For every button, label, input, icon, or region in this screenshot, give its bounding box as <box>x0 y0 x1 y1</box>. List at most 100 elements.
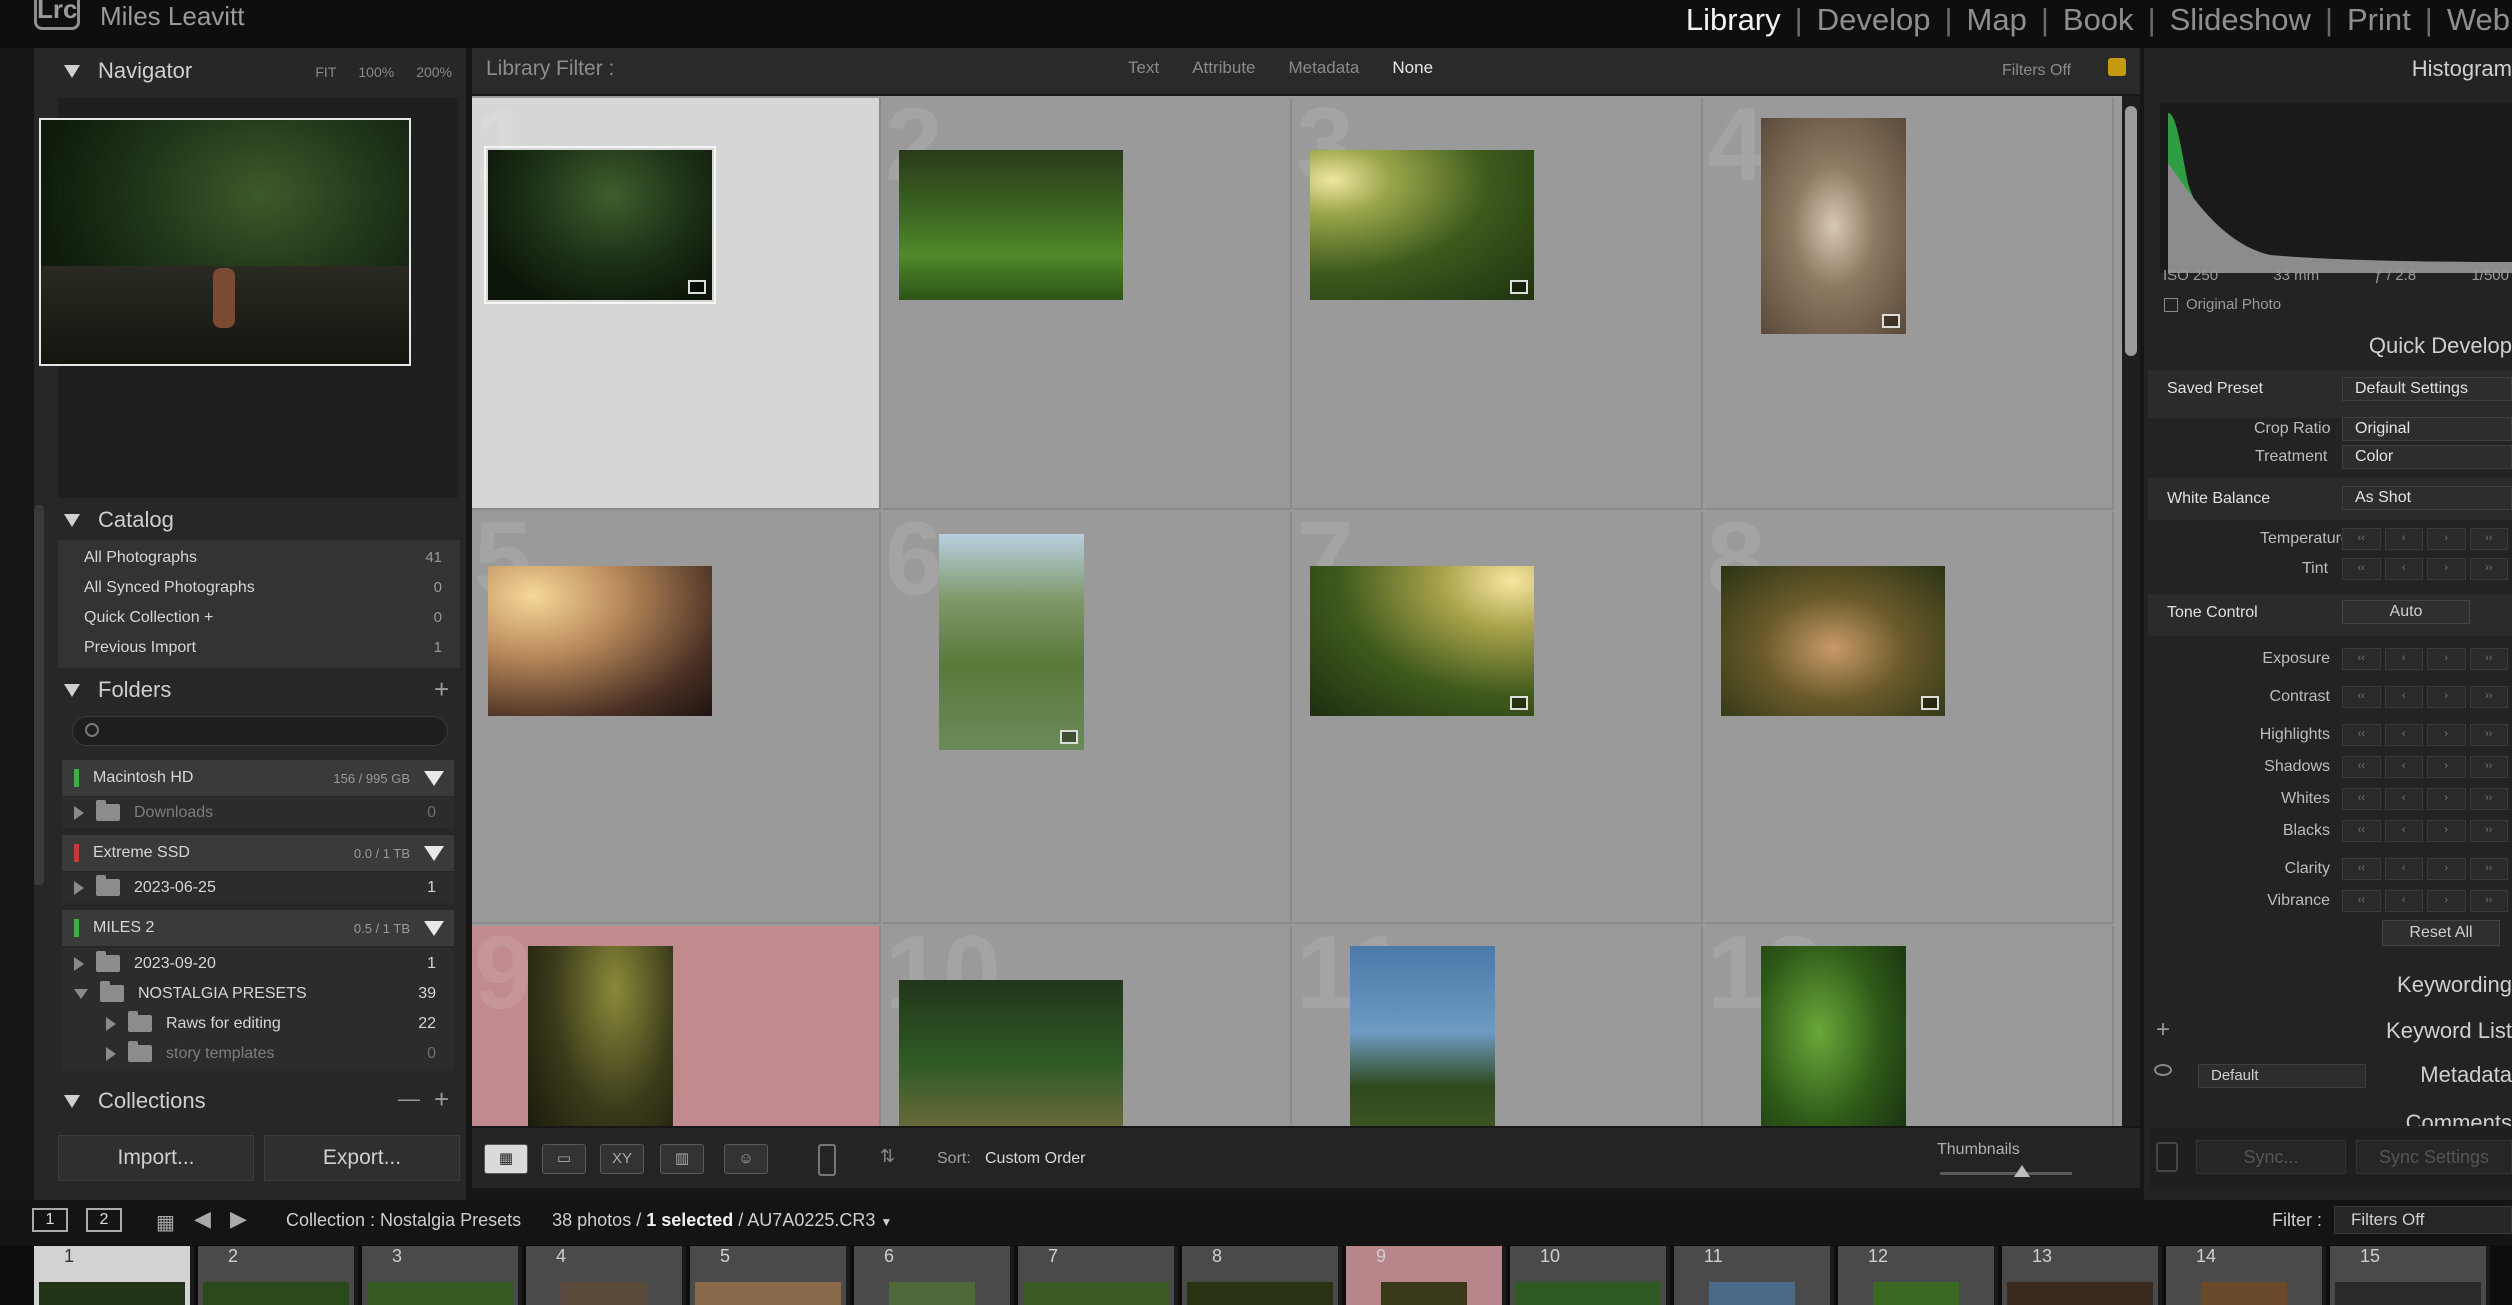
module-slideshow[interactable]: Slideshow <box>2156 2 2325 38</box>
tone-adjust-button[interactable]: ‹‹ <box>2342 724 2381 746</box>
tone-adjust-button[interactable]: › <box>2427 724 2466 746</box>
tone-row-buttons[interactable]: ‹‹ ‹ › ›› <box>2342 820 2512 842</box>
tone-row-buttons[interactable]: ‹‹ ‹ › ›› <box>2342 724 2512 746</box>
forward-arrow-icon[interactable]: ▶ <box>230 1206 247 1232</box>
navigator-preview-image[interactable] <box>39 118 411 366</box>
add-folder-button[interactable]: + <box>434 674 449 705</box>
tone-adjust-button[interactable]: ‹ <box>2384 686 2423 708</box>
tone-adjust-button[interactable]: ›› <box>2469 788 2508 810</box>
filmstrip-thumbnail[interactable] <box>1873 1282 1959 1305</box>
temp-dec-large[interactable]: ‹‹ <box>2342 528 2381 550</box>
saved-preset-dropdown[interactable]: Default Settings <box>2342 377 2512 401</box>
tint-inc[interactable]: › <box>2427 558 2466 580</box>
drive-menu-icon[interactable] <box>424 845 444 861</box>
expand-triangle-icon[interactable] <box>74 956 84 971</box>
filmstrip-thumbnail[interactable] <box>203 1282 349 1305</box>
tone-adjust-button[interactable]: › <box>2427 890 2466 912</box>
painter-icon[interactable] <box>818 1144 836 1176</box>
keyword-list-section[interactable]: Keyword List <box>2386 1018 2512 1044</box>
catalog-header[interactable]: Catalog <box>64 505 174 535</box>
survey-view-icon[interactable]: ▥ <box>660 1144 704 1174</box>
module-book[interactable]: Book <box>2049 2 2148 38</box>
filmstrip-thumbnail[interactable] <box>1381 1282 1467 1305</box>
thumbnail-size-knob[interactable] <box>2014 1165 2030 1177</box>
photo-thumbnail[interactable] <box>899 980 1123 1126</box>
tone-adjust-button[interactable]: › <box>2427 820 2466 842</box>
grid-cell[interactable]: 9 <box>472 918 881 1126</box>
filmstrip-thumbnail[interactable] <box>367 1282 513 1305</box>
sync-button[interactable]: Sync... <box>2196 1140 2346 1174</box>
thumbnail-size-slider[interactable] <box>1940 1172 2072 1175</box>
tone-row-buttons[interactable]: ‹‹ ‹ › ›› <box>2342 890 2512 912</box>
filmstrip-filter-dropdown[interactable]: Filters Off <box>2334 1206 2512 1234</box>
tone-adjust-button[interactable]: ›› <box>2469 648 2508 670</box>
tone-adjust-button[interactable]: ‹‹ <box>2342 686 2381 708</box>
tone-adjust-button[interactable]: ‹ <box>2384 648 2423 670</box>
comments-section[interactable]: Comments <box>2406 1110 2512 1126</box>
tone-adjust-button[interactable]: ›› <box>2469 890 2508 912</box>
filmstrip-thumbnail[interactable] <box>561 1282 647 1305</box>
filmstrip-cell[interactable]: 8 <box>1182 1246 1342 1305</box>
tone-adjust-button[interactable]: ›› <box>2469 820 2508 842</box>
checkbox-icon[interactable] <box>2164 297 2178 312</box>
tone-row-buttons[interactable]: ‹‹ ‹ › ›› <box>2342 686 2512 708</box>
photo-thumbnail[interactable] <box>899 150 1123 300</box>
grid-scrollbar-thumb[interactable] <box>2125 106 2137 356</box>
grid-view-icon[interactable]: ▦ <box>484 1144 528 1174</box>
remove-collection-button[interactable]: — <box>398 1086 420 1112</box>
photo-thumbnail[interactable] <box>1761 118 1906 334</box>
catalog-item-all-photographs[interactable]: All Photographs 41 <box>58 542 460 573</box>
drive-macintosh-hd[interactable]: Macintosh HD 156 / 995 GB <box>62 760 454 796</box>
module-develop[interactable]: Develop <box>1803 2 1945 38</box>
grid-cell[interactable]: 6 <box>883 504 1292 924</box>
photo-thumbnail[interactable] <box>488 566 712 716</box>
photo-thumbnail[interactable] <box>1310 566 1534 716</box>
grid-cell[interactable]: 8 <box>1705 504 2114 924</box>
tint-buttons[interactable]: ‹‹ ‹ › ›› <box>2342 558 2512 580</box>
tone-row-buttons[interactable]: ‹‹ ‹ › ›› <box>2342 648 2512 670</box>
temp-inc-large[interactable]: ›› <box>2469 528 2508 550</box>
folder-row-raws-for-editing[interactable]: Raws for editing 22 <box>62 1008 454 1039</box>
edited-badge-icon[interactable] <box>1510 280 1528 294</box>
filter-text[interactable]: Text <box>1128 58 1159 78</box>
metadata-preset-dropdown[interactable]: Default <box>2198 1064 2366 1088</box>
filmstrip-cell[interactable]: 10 <box>1510 1246 1670 1305</box>
edited-badge-icon[interactable] <box>1510 696 1528 710</box>
sort-order-dropdown[interactable]: Custom Order <box>985 1150 1085 1168</box>
expand-triangle-icon[interactable] <box>74 805 84 820</box>
grid-cell[interactable]: 12 <box>1705 918 2114 1126</box>
folders-header[interactable]: Folders <box>64 675 171 705</box>
grid-cell[interactable]: 1 <box>472 96 881 510</box>
tone-adjust-button[interactable]: ›› <box>2469 858 2508 880</box>
filmstrip-cell[interactable]: 6 <box>854 1246 1014 1305</box>
histogram-title[interactable]: Histogram <box>2412 56 2512 82</box>
catalog-item-synced[interactable]: All Synced Photographs 0 <box>58 572 460 603</box>
secondary-display-button[interactable]: 2 <box>86 1208 122 1232</box>
tint-dec-large[interactable]: ‹‹ <box>2342 558 2381 580</box>
tone-adjust-button[interactable]: ‹ <box>2384 756 2423 778</box>
filmstrip-thumbnail[interactable] <box>1187 1282 1333 1305</box>
tone-adjust-button[interactable]: ‹ <box>2384 724 2423 746</box>
treatment-dropdown[interactable]: Color <box>2342 445 2512 469</box>
folder-row-downloads[interactable]: Downloads 0 <box>62 797 454 828</box>
tone-adjust-button[interactable]: ‹ <box>2384 820 2423 842</box>
grid-scrollbar[interactable] <box>2122 96 2140 1126</box>
temperature-buttons[interactable]: ‹‹ ‹ › ›› <box>2342 528 2512 550</box>
sort-direction-icon[interactable]: ⇅ <box>880 1146 895 1167</box>
tone-adjust-button[interactable]: › <box>2427 686 2466 708</box>
expand-triangle-icon[interactable] <box>106 1016 116 1031</box>
tone-adjust-button[interactable]: ‹‹ <box>2342 788 2381 810</box>
folder-row-2023-06-25[interactable]: 2023-06-25 1 <box>62 872 454 903</box>
navigator-header[interactable]: Navigator <box>64 56 192 86</box>
module-web[interactable]: Web <box>2433 2 2512 38</box>
filmstrip-thumbnail[interactable] <box>2201 1282 2287 1305</box>
tone-adjust-button[interactable]: ‹‹ <box>2342 890 2381 912</box>
drive-menu-icon[interactable] <box>424 920 444 936</box>
folder-row-nostalgia-presets[interactable]: NOSTALGIA PRESETS 39 <box>62 978 454 1009</box>
expand-triangle-icon[interactable] <box>74 880 84 895</box>
grid-cell[interactable]: 4 <box>1705 96 2114 510</box>
photo-thumbnail[interactable] <box>528 946 673 1126</box>
temp-dec[interactable]: ‹ <box>2384 528 2423 550</box>
edited-badge-icon[interactable] <box>688 280 706 294</box>
expand-triangle-icon[interactable] <box>106 1046 116 1061</box>
